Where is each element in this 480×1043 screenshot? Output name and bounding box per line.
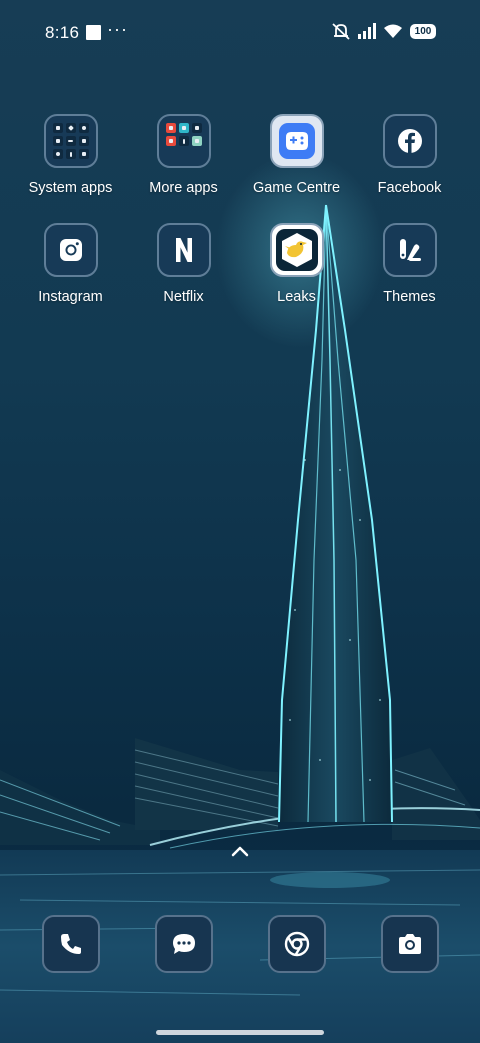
app-facebook[interactable]: Facebook xyxy=(353,114,466,196)
phone-icon xyxy=(41,915,100,973)
app-label: Game Centre xyxy=(252,180,341,196)
clock: 8:16 xyxy=(45,23,80,42)
home-indicator[interactable] xyxy=(156,1030,324,1035)
dock-phone[interactable] xyxy=(14,915,127,973)
battery-icon: 100 xyxy=(410,23,436,39)
dock xyxy=(14,915,466,973)
facebook-icon xyxy=(382,114,437,168)
app-grid: System apps More apps Game Centre Facebo… xyxy=(14,114,466,305)
chrome-icon xyxy=(267,915,326,973)
status-bar: 8:16 ··· 100 xyxy=(0,0,480,64)
instagram-icon xyxy=(43,223,98,277)
leaks-bird-icon xyxy=(269,223,324,277)
app-label: System apps xyxy=(28,180,113,196)
more-notifications-indicator: ··· xyxy=(107,19,128,39)
app-more-apps[interactable]: More apps xyxy=(127,114,240,196)
game-controller-icon xyxy=(269,114,324,168)
notification-square-icon xyxy=(86,25,101,40)
app-label: Leaks xyxy=(277,289,316,305)
mute-vibrate-icon xyxy=(332,23,350,40)
app-label: Instagram xyxy=(38,289,103,305)
app-instagram[interactable]: Instagram xyxy=(14,223,127,305)
system-apps-folder-icon xyxy=(43,114,98,168)
themes-icon xyxy=(382,223,437,277)
app-label: Facebook xyxy=(377,180,442,196)
app-label: Themes xyxy=(383,289,436,305)
netflix-icon xyxy=(156,223,211,277)
app-drawer-chevron-up-icon[interactable] xyxy=(228,843,252,859)
app-netflix[interactable]: Netflix xyxy=(127,223,240,305)
messages-icon xyxy=(154,915,213,973)
dock-messages[interactable] xyxy=(127,915,240,973)
app-label: More apps xyxy=(149,180,218,196)
app-leaks[interactable]: Leaks xyxy=(240,223,353,305)
app-game-centre[interactable]: Game Centre xyxy=(240,114,353,196)
app-system-apps[interactable]: System apps xyxy=(14,114,127,196)
camera-icon xyxy=(380,915,439,973)
status-icons: 100 xyxy=(331,22,436,40)
more-apps-folder-icon xyxy=(156,114,211,168)
wifi-icon xyxy=(384,24,402,38)
app-label: Netflix xyxy=(163,289,204,305)
cellular-signal-icon xyxy=(358,23,376,39)
dock-camera[interactable] xyxy=(353,915,466,973)
dock-chrome[interactable] xyxy=(240,915,353,973)
app-themes[interactable]: Themes xyxy=(353,223,466,305)
